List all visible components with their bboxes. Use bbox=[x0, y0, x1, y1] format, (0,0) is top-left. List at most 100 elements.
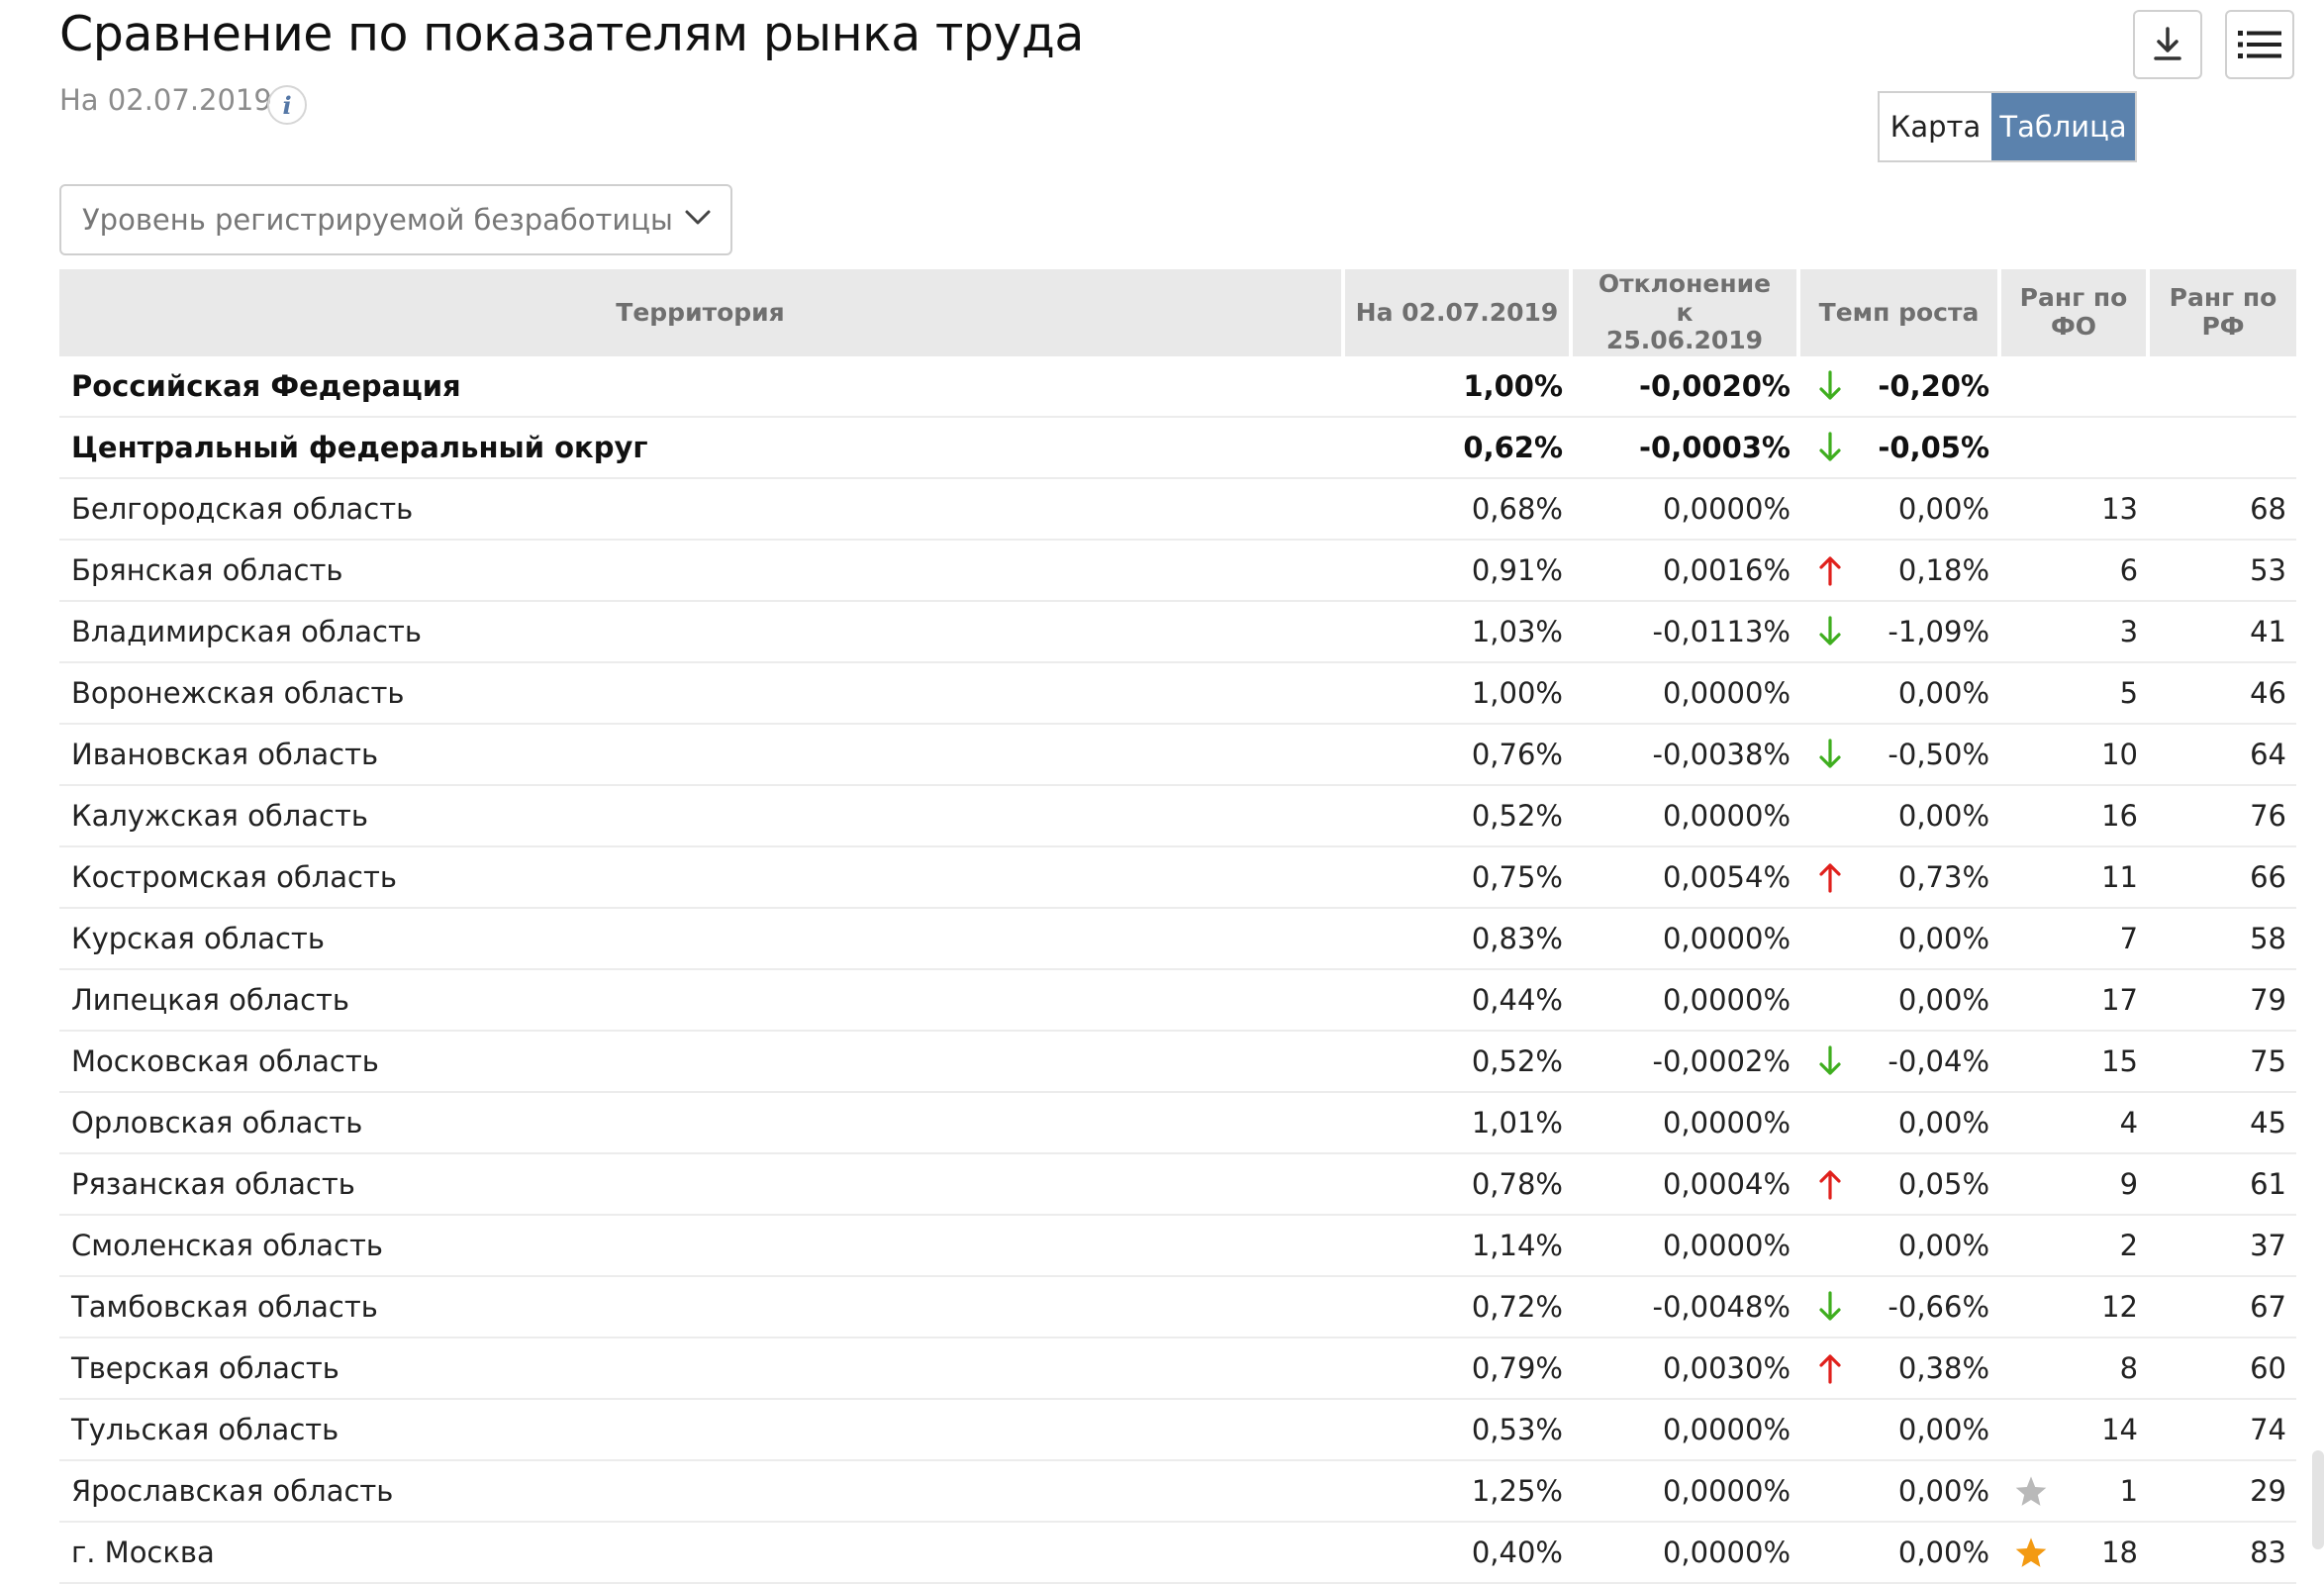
star-cell bbox=[2001, 602, 2062, 663]
deviation-cell: 0,0000% bbox=[1573, 1523, 1800, 1584]
scrollbar-thumb[interactable] bbox=[2312, 1450, 2324, 1549]
deviation-cell: 0,0000% bbox=[1573, 1461, 1800, 1523]
territory-cell: Курская область bbox=[59, 909, 1345, 970]
table-row[interactable]: Ивановская область 0,76% -0,0038% -0,50% 10 6… bbox=[59, 725, 2297, 786]
column-header-deviation[interactable]: Отклонение к 25.06.2019 bbox=[1573, 269, 1800, 356]
table-row[interactable]: Костромская область 0,75% 0,0054% 0,73% 11 66 bbox=[59, 847, 2297, 909]
deviation-cell: -0,0113% bbox=[1573, 602, 1800, 663]
arrow-down-icon bbox=[1819, 432, 1841, 461]
deviation-cell: -0,0020% bbox=[1573, 356, 1800, 418]
value-cell: 0,68% bbox=[1345, 479, 1573, 541]
trend-cell bbox=[1800, 1154, 1860, 1216]
territory-cell: г. Москва bbox=[59, 1523, 1345, 1584]
table-row[interactable]: Смоленская область 1,14% 0,0000% 0,00% 2 37 bbox=[59, 1216, 2297, 1277]
deviation-cell: 0,0000% bbox=[1573, 1216, 1800, 1277]
table-row[interactable]: Воронежская область 1,00% 0,0000% 0,00% 5 46 bbox=[59, 663, 2297, 725]
growth-cell: -0,50% bbox=[1860, 725, 2002, 786]
rank-fo-cell: 14 bbox=[2061, 1400, 2151, 1461]
star-cell bbox=[2001, 847, 2062, 909]
table-row[interactable]: Белгородская область 0,68% 0,0000% 0,00% 13 6… bbox=[59, 479, 2297, 541]
list-menu-button[interactable] bbox=[2225, 10, 2294, 79]
info-icon[interactable]: i bbox=[267, 85, 307, 125]
column-header-value[interactable]: На 02.07.2019 bbox=[1345, 269, 1573, 356]
table-row[interactable]: Центральный федеральный округ 0,62% -0,000… bbox=[59, 418, 2297, 479]
star-cell[interactable] bbox=[2001, 1523, 2062, 1584]
table-row[interactable]: Тульская область 0,53% 0,0000% 0,00% 14 74 bbox=[59, 1400, 2297, 1461]
tab-table[interactable]: Таблица bbox=[1991, 93, 2135, 160]
growth-cell: 0,00% bbox=[1860, 1093, 2002, 1154]
table-row[interactable]: г. Москва 0,40% 0,0000% 0,00% 18 83 bbox=[59, 1523, 2297, 1584]
table-row[interactable]: Тверская область 0,79% 0,0030% 0,38% 8 60 bbox=[59, 1338, 2297, 1400]
table-row[interactable]: Орловская область 1,01% 0,0000% 0,00% 4 45 bbox=[59, 1093, 2297, 1154]
value-cell: 0,52% bbox=[1345, 786, 1573, 847]
table-row[interactable]: Брянская область 0,91% 0,0016% 0,18% 6 53 bbox=[59, 541, 2297, 602]
tab-map[interactable]: Карта bbox=[1880, 93, 1991, 160]
territory-cell: Смоленская область bbox=[59, 1216, 1345, 1277]
rank-rf-cell: 58 bbox=[2150, 909, 2297, 970]
rank-rf-cell: 83 bbox=[2150, 1523, 2297, 1584]
growth-cell: 0,00% bbox=[1860, 1400, 2002, 1461]
value-cell: 0,76% bbox=[1345, 725, 1573, 786]
table-row[interactable]: Ярославская область 1,25% 0,0000% 0,00% 1 29 bbox=[59, 1461, 2297, 1523]
deviation-cell: 0,0000% bbox=[1573, 1400, 1800, 1461]
rank-rf-cell: 64 bbox=[2150, 725, 2297, 786]
table-row[interactable]: Калужская область 0,52% 0,0000% 0,00% 16 76 bbox=[59, 786, 2297, 847]
growth-cell: 0,00% bbox=[1860, 909, 2002, 970]
trend-cell bbox=[1800, 1277, 1860, 1338]
trend-cell bbox=[1800, 1461, 1860, 1523]
column-header-rank-rf[interactable]: Ранг по РФ bbox=[2150, 269, 2297, 356]
rank-rf-cell: 41 bbox=[2150, 602, 2297, 663]
star-cell[interactable] bbox=[2001, 1461, 2062, 1523]
rank-rf-cell: 60 bbox=[2150, 1338, 2297, 1400]
rank-fo-cell: 9 bbox=[2061, 1154, 2151, 1216]
indicator-select[interactable]: Уровень регистрируемой безработицы bbox=[59, 184, 732, 255]
rank-rf-cell: 29 bbox=[2150, 1461, 2297, 1523]
arrow-up-icon bbox=[1819, 1354, 1841, 1384]
territory-cell: Владимирская область bbox=[59, 602, 1345, 663]
territory-cell: Ярославская область bbox=[59, 1461, 1345, 1523]
rank-rf-cell bbox=[2150, 356, 2297, 418]
rank-fo-cell: 5 bbox=[2061, 663, 2151, 725]
rank-fo-cell: 17 bbox=[2061, 970, 2151, 1032]
deviation-cell: -0,0048% bbox=[1573, 1277, 1800, 1338]
deviation-cell: 0,0054% bbox=[1573, 847, 1800, 909]
growth-cell: 0,38% bbox=[1860, 1338, 2002, 1400]
territory-cell: Воронежская область bbox=[59, 663, 1345, 725]
chevron-down-icon bbox=[685, 210, 711, 225]
column-header-territory[interactable]: Территория bbox=[59, 269, 1345, 356]
arrow-down-icon bbox=[1819, 739, 1841, 768]
rank-fo-cell: 8 bbox=[2061, 1338, 2151, 1400]
trend-cell bbox=[1800, 418, 1860, 479]
view-toggle: Карта Таблица bbox=[1878, 91, 2137, 162]
star-cell bbox=[2001, 663, 2062, 725]
indicator-select-value: Уровень регистрируемой безработицы bbox=[82, 203, 673, 237]
star-cell bbox=[2001, 1154, 2062, 1216]
table-row[interactable]: Московская область 0,52% -0,0002% -0,04% 15 7… bbox=[59, 1032, 2297, 1093]
territory-cell: Калужская область bbox=[59, 786, 1345, 847]
column-header-rank-fo[interactable]: Ранг по ФО bbox=[2001, 269, 2151, 356]
table-row[interactable]: Липецкая область 0,44% 0,0000% 0,00% 17 79 bbox=[59, 970, 2297, 1032]
table-row[interactable]: Российская Федерация 1,00% -0,0020% -0,20% bbox=[59, 356, 2297, 418]
growth-cell: 0,00% bbox=[1860, 970, 2002, 1032]
growth-cell: -0,05% bbox=[1860, 418, 2002, 479]
table-row[interactable]: Курская область 0,83% 0,0000% 0,00% 7 58 bbox=[59, 909, 2297, 970]
arrow-down-icon bbox=[1819, 1045, 1841, 1075]
table-row[interactable]: Рязанская область 0,78% 0,0004% 0,05% 9 61 bbox=[59, 1154, 2297, 1216]
territory-cell: Рязанская область bbox=[59, 1154, 1345, 1216]
rank-rf-cell: 46 bbox=[2150, 663, 2297, 725]
table-row[interactable]: Владимирская область 1,03% -0,0113% -1,09% 3… bbox=[59, 602, 2297, 663]
list-menu-icon bbox=[2238, 31, 2281, 58]
trend-cell bbox=[1800, 541, 1860, 602]
star-cell bbox=[2001, 1216, 2062, 1277]
download-button[interactable] bbox=[2133, 10, 2202, 79]
rank-fo-cell: 16 bbox=[2061, 786, 2151, 847]
growth-cell: -0,20% bbox=[1860, 356, 2002, 418]
table-row[interactable]: Тамбовская область 0,72% -0,0048% -0,66% 12 6… bbox=[59, 1277, 2297, 1338]
star-cell bbox=[2001, 418, 2062, 479]
arrow-up-icon bbox=[1819, 556, 1841, 586]
growth-cell: 0,73% bbox=[1860, 847, 2002, 909]
column-header-growth[interactable]: Темп роста bbox=[1800, 269, 2002, 356]
growth-cell: 0,05% bbox=[1860, 1154, 2002, 1216]
growth-cell: 0,00% bbox=[1860, 1216, 2002, 1277]
star-cell bbox=[2001, 1338, 2062, 1400]
